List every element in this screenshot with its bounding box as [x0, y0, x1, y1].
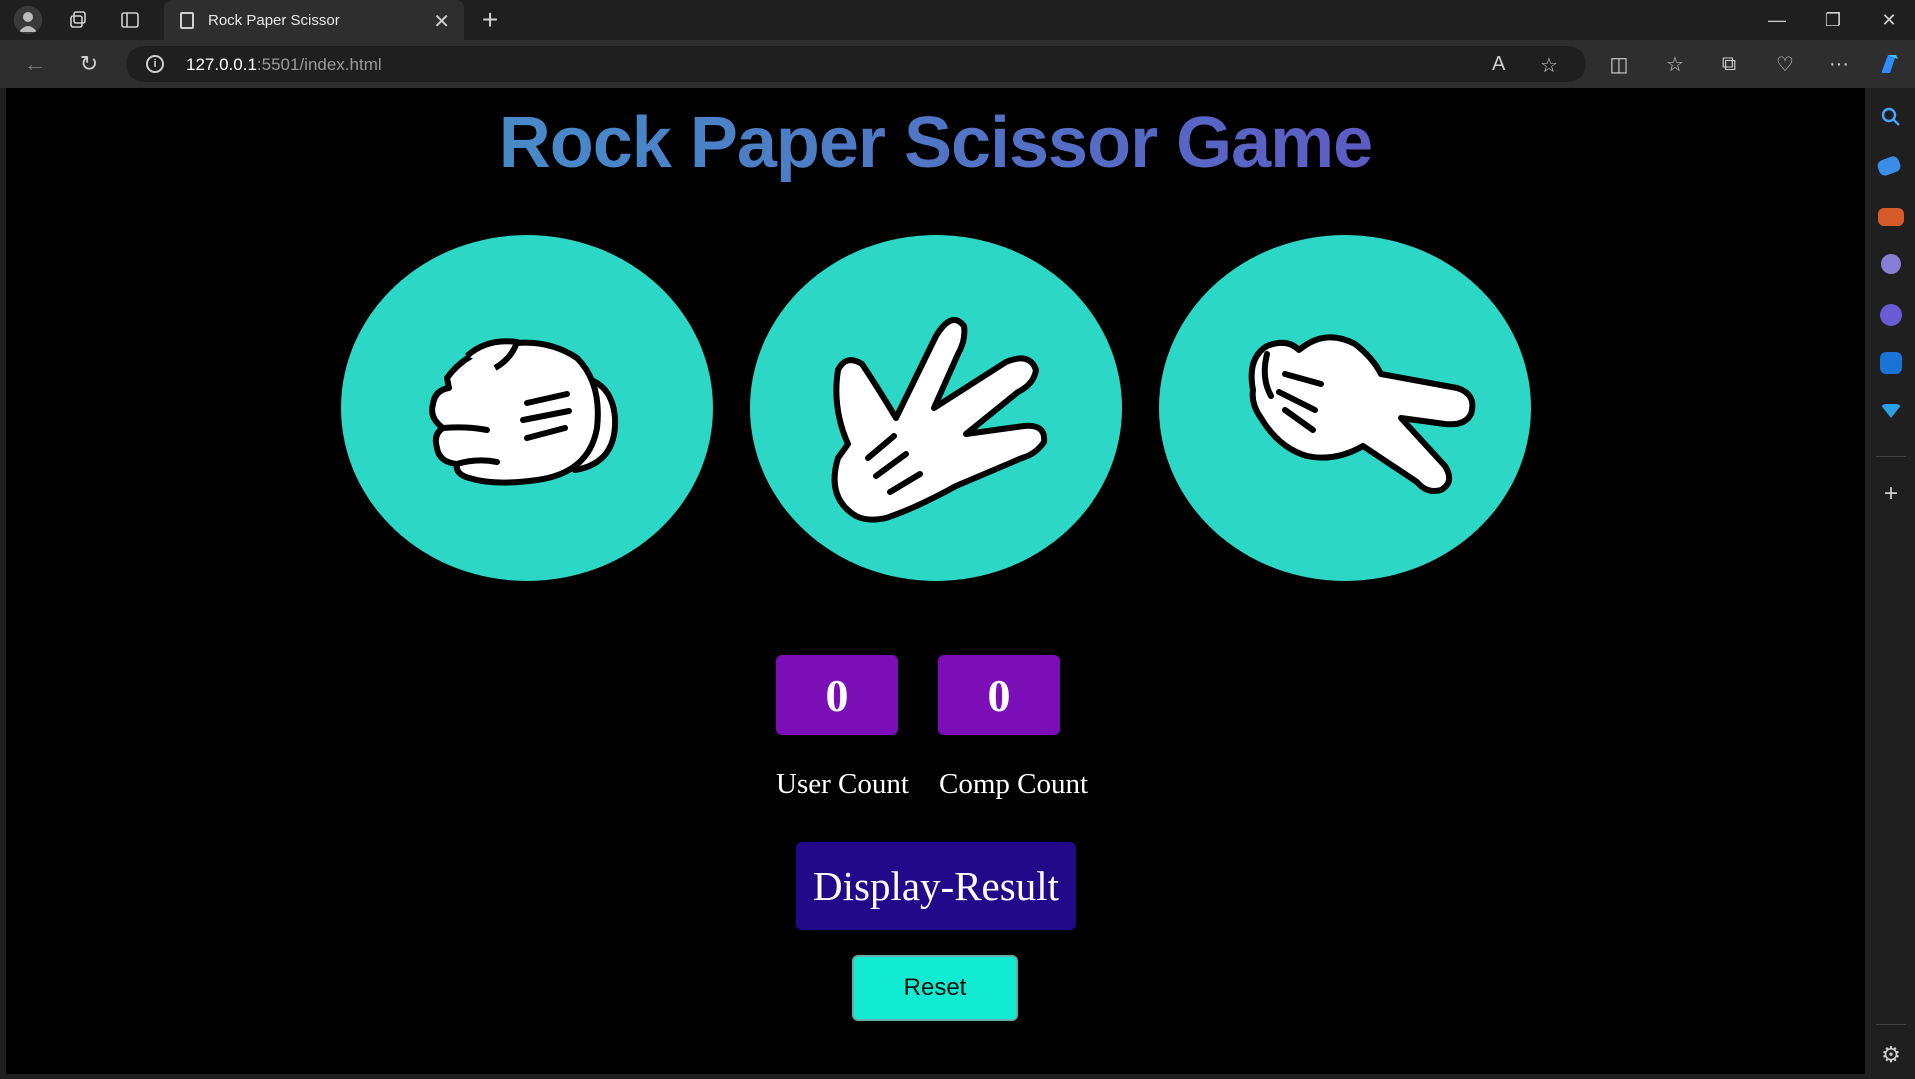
profile-avatar[interactable] [14, 6, 42, 34]
page-title: Rock Paper Scissor Game [6, 102, 1865, 184]
tab-title: Rock Paper Scissor [208, 11, 340, 29]
scissors-hand-icon [1248, 334, 1476, 494]
close-tab-icon[interactable]: ✕ [433, 9, 450, 34]
search-icon[interactable] [1878, 104, 1904, 130]
send-icon[interactable] [1880, 404, 1902, 418]
read-aloud-icon[interactable]: A [1492, 53, 1505, 76]
refresh-icon[interactable]: ↻ [74, 50, 104, 78]
workspaces-icon[interactable] [64, 6, 92, 34]
user-score: 0 [776, 655, 898, 735]
copilot-icon[interactable] [1874, 50, 1904, 78]
minimize-icon[interactable]: — [1752, 4, 1802, 36]
shopping-tag-icon[interactable] [1875, 154, 1903, 178]
browser-titlebar: Rock Paper Scissor ✕ + — ❐ ✕ [0, 0, 1915, 40]
add-icon[interactable]: + [1878, 482, 1904, 508]
sidebar-divider [1876, 1024, 1906, 1025]
tab-actions-icon[interactable] [116, 6, 144, 34]
sidebar-divider [1876, 456, 1906, 457]
fist-icon [429, 338, 619, 486]
comp-score: 0 [938, 655, 1060, 735]
back-icon[interactable]: ← [20, 50, 50, 78]
open-hand-icon [831, 316, 1048, 523]
edge-sidebar: + ⚙ [1866, 88, 1915, 1079]
tools-icon[interactable] [1878, 208, 1904, 226]
reset-button[interactable]: Reset [852, 955, 1018, 1021]
display-result-button[interactable]: Display-Result [796, 842, 1076, 930]
site-info-icon[interactable]: i [146, 55, 164, 73]
address-bar[interactable]: i 127.0.0.1:5501/index.html A ☆ [126, 46, 1586, 82]
restore-icon[interactable]: ❐ [1808, 4, 1858, 36]
browser-toolbar: ← ↻ i 127.0.0.1:5501/index.html A ☆ ◫ ☆ … [0, 40, 1915, 88]
outlook-icon[interactable] [1880, 352, 1902, 374]
page-viewport: Rock Paper Scissor Game 0 0 User Count C… [6, 88, 1865, 1074]
new-tab-icon[interactable]: + [476, 4, 504, 35]
favorite-star-icon[interactable]: ☆ [1540, 53, 1558, 78]
user-count-label: User Count [776, 768, 909, 800]
choice-rock[interactable] [341, 235, 713, 581]
health-icon[interactable]: ♡ [1770, 50, 1800, 78]
comp-count-label: Comp Count [939, 768, 1089, 800]
window-close-icon[interactable]: ✕ [1864, 4, 1914, 36]
favorites-icon[interactable]: ☆ [1660, 50, 1690, 78]
url-text[interactable]: 127.0.0.1:5501/index.html [186, 55, 382, 75]
games-icon[interactable] [1881, 254, 1901, 274]
settings-gear-icon[interactable]: ⚙ [1878, 1042, 1904, 1068]
collections-icon[interactable]: ⧉ [1714, 50, 1744, 78]
more-menu-icon[interactable]: ··· [1824, 50, 1854, 78]
copilot-app-icon[interactable] [1880, 304, 1902, 326]
document-icon [180, 11, 194, 29]
choice-scissor[interactable] [1159, 235, 1531, 581]
split-screen-icon[interactable]: ◫ [1604, 50, 1634, 78]
choices-row [6, 235, 1865, 583]
browser-tab-active[interactable]: Rock Paper Scissor ✕ [164, 0, 464, 40]
choice-paper[interactable] [750, 235, 1122, 581]
